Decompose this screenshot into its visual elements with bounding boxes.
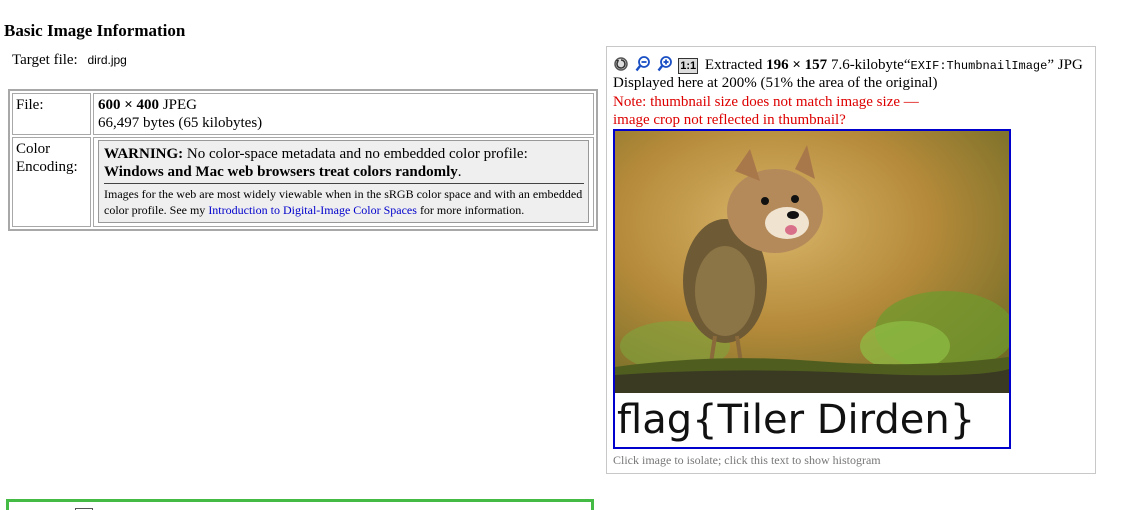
- target-file-label: Target file:: [12, 52, 78, 68]
- zoom-in-icon[interactable]: [657, 56, 673, 72]
- thumbnail-mismatch-note: Note: thumbnail size does not match imag…: [613, 94, 919, 128]
- file-dimensions: 600 × 400: [98, 97, 160, 113]
- extracted-size: 7.6-kilobyte: [830, 57, 904, 73]
- file-row: File: 600 × 400 JPEG 66,497 bytes (65 ki…: [12, 93, 594, 135]
- exif-tag: EXIF:ThumbnailImage: [910, 59, 1048, 73]
- color-label-line1: Color: [16, 141, 51, 157]
- note-suffix: for more information.: [419, 203, 525, 217]
- color-space-note: Images for the web are most widely viewa…: [104, 186, 584, 218]
- rotate-icon[interactable]: [613, 56, 629, 72]
- warning-divider: [104, 183, 584, 184]
- file-value: 600 × 400 JPEG 66,497 bytes (65 kilobyte…: [93, 93, 594, 135]
- file-label: File:: [12, 93, 91, 135]
- color-label-line2: Encoding:: [16, 159, 78, 175]
- warning-text: WARNING: No color-space metadata and no …: [104, 145, 584, 181]
- color-encoding-label: Color Encoding:: [12, 137, 91, 227]
- target-file-name: dird.jpg: [87, 53, 127, 67]
- warning-label: WARNING:: [104, 146, 184, 162]
- thumbnail-image[interactable]: flag{Tiler Dirden}: [613, 129, 1011, 449]
- zoom-out-icon[interactable]: [635, 56, 651, 72]
- page-heading: Basic Image Information: [4, 21, 186, 40]
- extracted-dimensions: 196 × 157: [766, 57, 828, 73]
- color-warning-box: WARNING: No color-space metadata and no …: [98, 140, 589, 223]
- thumbnail-photo: [615, 131, 1009, 393]
- close-quote: ”: [1047, 57, 1055, 73]
- basic-info-table: File: 600 × 400 JPEG 66,497 bytes (65 ki…: [8, 89, 598, 231]
- warning-line2: Windows and Mac web browsers treat color…: [104, 164, 458, 180]
- dog-bird-illustration: [615, 131, 1009, 393]
- file-type: JPEG: [162, 97, 197, 113]
- target-file-row: Target file: dird.jpg: [12, 52, 127, 69]
- thumbnail-caption[interactable]: Click image to isolate; click this text …: [613, 453, 881, 468]
- color-encoding-row: Color Encoding: WARNING: No color-space …: [12, 137, 594, 227]
- thumbnail-toolbar: 1:1 Extracted 196 × 157 7.6-kilobyte“EXI…: [613, 55, 1083, 76]
- next-section-box: [6, 499, 594, 510]
- file-bytes: 66,497 bytes (65 kilobytes): [98, 115, 263, 131]
- warning-line2-end: .: [457, 164, 462, 180]
- thumbnail-panel: 1:1 Extracted 196 × 157 7.6-kilobyte“EXI…: [606, 46, 1096, 474]
- extracted-prefix: Extracted: [704, 57, 763, 73]
- thumbnail-format: JPG: [1057, 57, 1083, 73]
- color-spaces-link[interactable]: Introduction to Digital-Image Color Spac…: [208, 203, 417, 217]
- displayed-scale-text: Displayed here at 200% (51% the area of …: [613, 75, 938, 91]
- warning-message: No color-space metadata and no embedded …: [186, 146, 528, 162]
- color-encoding-value: WARNING: No color-space metadata and no …: [93, 137, 594, 227]
- flag-text: flag{Tiler Dirden}: [615, 393, 1009, 447]
- actual-size-icon[interactable]: 1:1: [678, 58, 699, 74]
- open-quote: “: [903, 57, 911, 73]
